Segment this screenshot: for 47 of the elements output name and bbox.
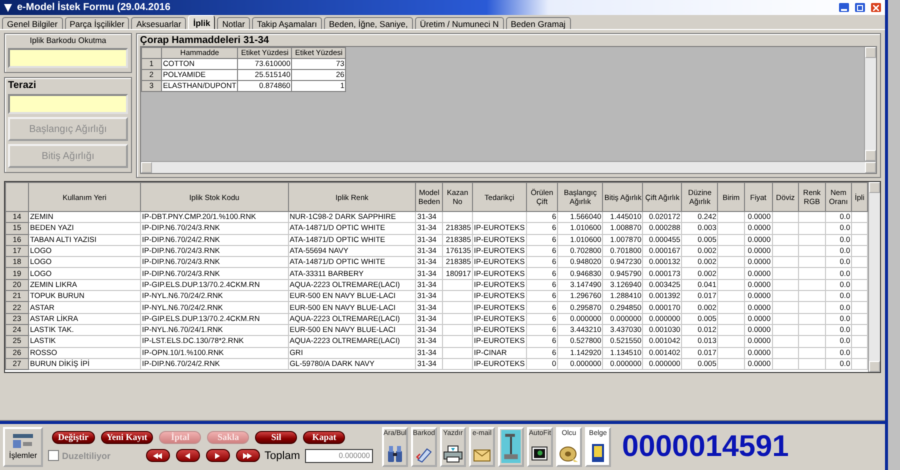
tab[interactable]: Beden, İğne, Saniye,: [324, 17, 413, 29]
app-icon: [3, 2, 13, 12]
total-label: Toplam: [264, 450, 300, 462]
tab[interactable]: Beden Gramaj: [506, 17, 571, 29]
scale-icon: [500, 430, 521, 462]
previous-button[interactable]: [176, 449, 200, 462]
right-arrow-icon: [242, 450, 254, 460]
header-cell: [6, 182, 28, 212]
document-icon: [590, 442, 605, 462]
window-title: e-Model İstek Formu (29.04.2016: [17, 2, 170, 13]
scrollbar[interactable]: [141, 161, 876, 173]
maximize-button[interactable]: [854, 2, 866, 13]
toolbar-button[interactable]: [498, 426, 524, 466]
tab[interactable]: Aksesuarlar: [131, 17, 186, 29]
field-label: Iplik Barkodu Okutma: [28, 36, 108, 45]
operations-button[interactable]: İşlemler: [3, 426, 43, 466]
record-number: 0000014591: [622, 430, 789, 464]
last-record-button[interactable]: [236, 449, 260, 462]
close-icon: [873, 4, 879, 10]
tab[interactable]: İplik: [188, 15, 216, 29]
printer-icon: [442, 444, 463, 462]
close-button[interactable]: [870, 2, 882, 13]
group-title: Terazi: [8, 80, 36, 91]
first-record-button[interactable]: [146, 449, 170, 462]
tab[interactable]: Üretim / Numuneci N: [414, 17, 504, 29]
tab[interactable]: Takip Aşamaları: [252, 17, 322, 29]
scrollbar[interactable]: [864, 47, 876, 161]
tape-measure-icon: [558, 444, 579, 462]
action-button[interactable]: Değiştir: [52, 430, 94, 444]
tab[interactable]: Notlar: [217, 17, 250, 29]
action-button[interactable]: Kapat: [303, 430, 346, 444]
action-button[interactable]: Sil: [255, 430, 298, 444]
next-button[interactable]: [206, 449, 230, 462]
group-title: Çorap Hammaddeleri 31-34: [140, 35, 269, 46]
tab[interactable]: Parça İşçilikler: [64, 17, 130, 29]
minimize-button[interactable]: [838, 2, 850, 13]
envelope-icon: [472, 446, 491, 462]
maximize-icon: [857, 4, 863, 10]
barcode-field[interactable]: [8, 48, 128, 68]
left-arrow-icon: [152, 450, 164, 460]
window-layout-icon: [12, 433, 34, 449]
monitor-icon: [530, 444, 549, 462]
scrollbar[interactable]: [868, 182, 880, 372]
binoculars-icon: [386, 444, 404, 462]
action-button[interactable]: Yeni Kayıt: [100, 430, 154, 444]
tab[interactable]: Genel Bilgiler: [2, 17, 63, 29]
weight-field[interactable]: [8, 94, 128, 114]
